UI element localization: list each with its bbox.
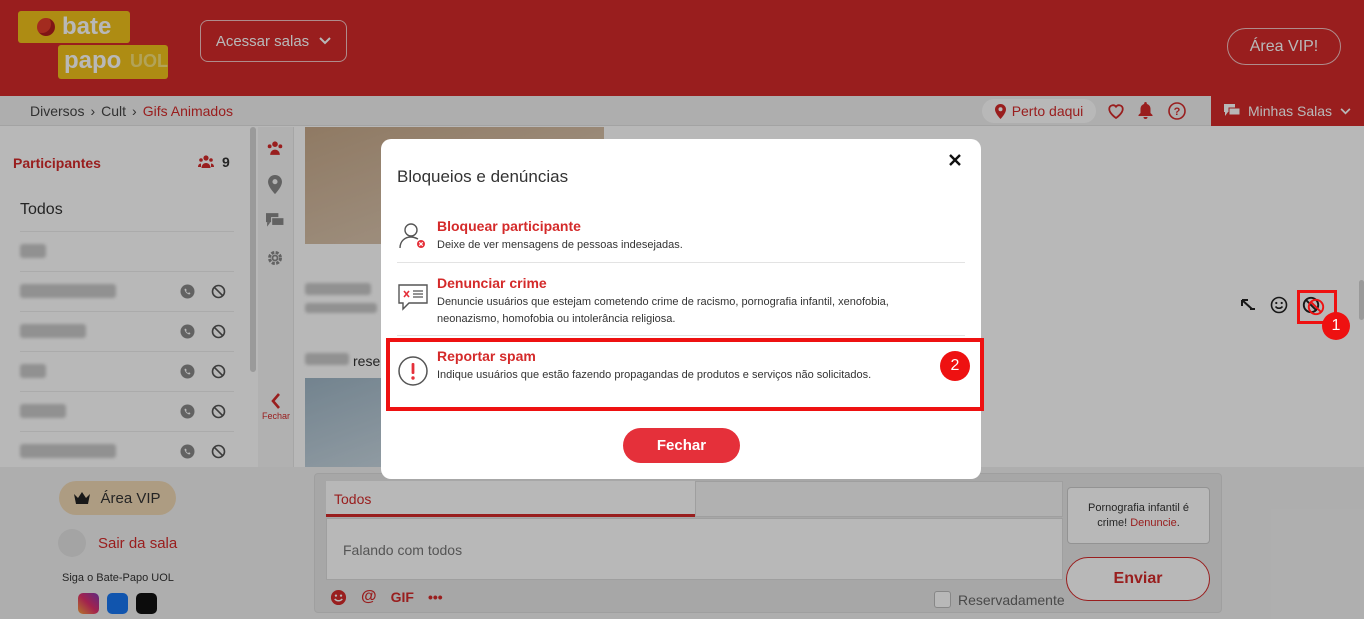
annotation-badge-2: 2 — [940, 351, 970, 381]
block-report-icon[interactable] — [1307, 298, 1325, 316]
report-crime-option[interactable]: Denunciar crime Denuncie usuários que es… — [397, 275, 965, 327]
option-title: Denunciar crime — [437, 275, 547, 291]
divider — [397, 335, 965, 336]
option-description: Denuncie usuários que estejam cometendo … — [437, 296, 889, 325]
modal-title: Bloqueios e denúncias — [397, 167, 569, 186]
option-description: Deixe de ver mensagens de pessoas indese… — [437, 239, 683, 251]
report-message-icon — [398, 284, 428, 311]
annotation-highlight-2 — [386, 338, 984, 411]
option-title: Bloquear participante — [437, 218, 581, 234]
divider — [397, 262, 965, 263]
user-block-icon — [399, 223, 425, 249]
block-participant-option[interactable]: Bloquear participante Deixe de ver mensa… — [397, 218, 965, 258]
close-icon[interactable] — [946, 151, 964, 169]
annotation-badge-1: 1 — [1322, 312, 1350, 340]
modal-close-button[interactable]: Fechar — [623, 428, 740, 463]
